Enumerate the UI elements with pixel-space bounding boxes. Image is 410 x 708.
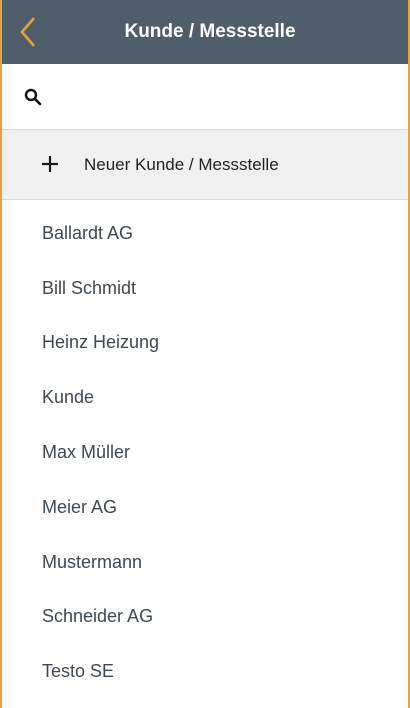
customer-list-item[interactable]: Testo SE: [2, 644, 408, 699]
plus-icon: [40, 151, 62, 179]
new-customer-label: Neuer Kunde / Messstelle: [84, 154, 279, 174]
new-customer-button[interactable]: Neuer Kunde / Messstelle: [2, 130, 408, 200]
chevron-left-icon: [20, 17, 35, 47]
app-header: Kunde / Messstelle: [2, 0, 408, 64]
app-frame: Kunde / Messstelle Neuer Kunde / Messste…: [0, 0, 410, 708]
search-input[interactable]: [54, 75, 408, 118]
customer-list-item[interactable]: Ballardt AG: [2, 206, 408, 261]
customer-list-item[interactable]: Bill Schmidt: [2, 261, 408, 316]
customer-list-item[interactable]: Schneider AG: [2, 590, 408, 645]
back-button[interactable]: [12, 14, 44, 50]
customer-list-item[interactable]: Max Müller: [2, 425, 408, 480]
customer-list-item[interactable]: Mustermann: [2, 535, 408, 590]
search-bar[interactable]: [2, 64, 408, 130]
search-icon: [24, 88, 42, 105]
customer-list-item[interactable]: Kunde: [2, 370, 408, 425]
customer-list-item[interactable]: Heinz Heizung: [2, 316, 408, 371]
customer-list: Ballardt AG Bill Schmidt Heinz Heizung K…: [2, 200, 408, 699]
page-title: Kunde / Messstelle: [124, 21, 296, 42]
customer-list-item[interactable]: Meier AG: [2, 480, 408, 535]
